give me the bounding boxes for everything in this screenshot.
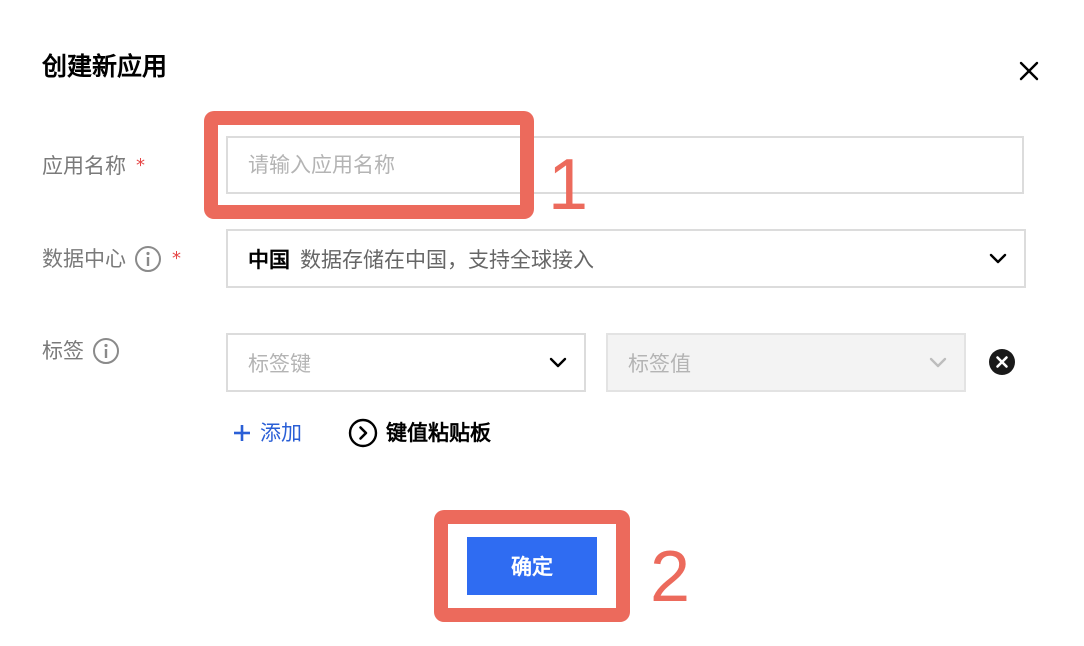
dialog-title: 创建新应用: [42, 52, 168, 81]
close-button[interactable]: [1014, 56, 1044, 86]
tags-label-text: 标签: [42, 339, 84, 363]
app-name-label: 应用名称 *: [42, 151, 145, 181]
create-app-dialog: 创建新应用 应用名称 * 数据中心 * 中国 数据存储在中国，支持全球接入 标签: [0, 0, 1084, 646]
info-icon[interactable]: [92, 337, 120, 365]
chevron-down-icon: [989, 253, 1007, 263]
close-icon: [1019, 61, 1039, 81]
required-mark: *: [136, 155, 145, 176]
step-number-1: 1: [548, 145, 589, 225]
clipboard-label: 键值粘贴板: [386, 421, 491, 445]
remove-tag-button[interactable]: [988, 348, 1016, 376]
chevron-down-icon: [929, 357, 947, 367]
datacenter-selected-region: 中国: [248, 247, 290, 272]
step-number-2: 2: [650, 537, 691, 617]
tags-label: 标签: [42, 336, 120, 366]
plus-icon: [234, 425, 250, 441]
chevron-right-circle-icon: [348, 418, 378, 448]
confirm-button[interactable]: 确定: [467, 537, 597, 595]
info-icon[interactable]: [134, 245, 162, 273]
add-tag-label: 添加: [260, 421, 302, 445]
app-name-label-text: 应用名称: [42, 154, 126, 178]
tag-key-placeholder: 标签键: [248, 351, 311, 376]
chevron-down-icon: [549, 357, 567, 367]
datacenter-select[interactable]: 中国 数据存储在中国，支持全球接入: [226, 229, 1026, 288]
tag-key-select[interactable]: 标签键: [226, 333, 586, 392]
clipboard-button[interactable]: 键值粘贴板: [348, 418, 491, 448]
datacenter-selected-description: 数据存储在中国，支持全球接入: [300, 247, 594, 272]
required-mark: *: [172, 248, 181, 269]
datacenter-label-text: 数据中心: [42, 247, 126, 271]
tag-value-placeholder: 标签值: [628, 351, 691, 376]
tag-value-select[interactable]: 标签值: [606, 333, 966, 392]
app-name-input[interactable]: [226, 136, 1024, 194]
datacenter-label: 数据中心 *: [42, 244, 181, 274]
add-tag-button[interactable]: 添加: [232, 418, 302, 448]
close-circle-icon: [989, 349, 1015, 375]
